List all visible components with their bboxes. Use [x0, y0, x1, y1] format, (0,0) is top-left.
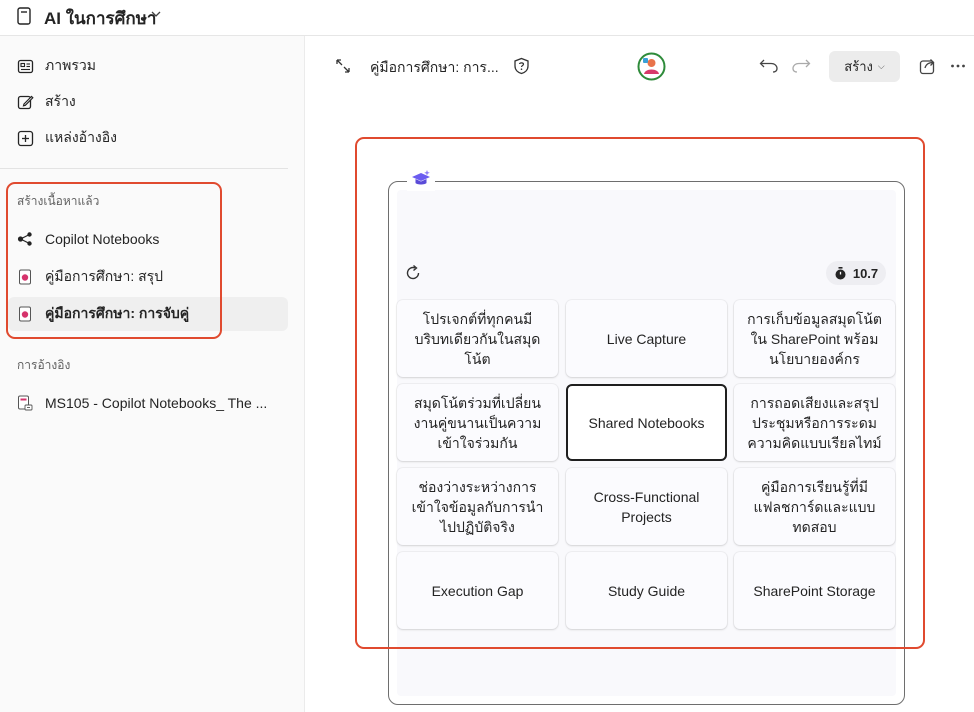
- stopwatch-icon: [835, 266, 846, 279]
- avatar[interactable]: [637, 52, 666, 81]
- match-tile[interactable]: การถอดเสียงและสรุปประชุมหรือการระดมความค…: [734, 384, 895, 461]
- edit-icon: [17, 95, 34, 109]
- nav-overview-label: ภาพรวม: [45, 57, 96, 73]
- created-item-label: คู่มือการศึกษา: สรุป: [45, 268, 164, 284]
- match-tile[interactable]: Live Capture: [566, 300, 727, 377]
- tile-text: Study Guide: [607, 582, 686, 599]
- created-item-label: Copilot Notebooks: [45, 231, 160, 247]
- collapse-icon[interactable]: [335, 58, 351, 74]
- match-tile[interactable]: สมุดโน้ตร่วมที่เปลี่ยนงานคู่ขนานเป็นความ…: [397, 384, 558, 461]
- restart-icon[interactable]: [404, 264, 422, 282]
- tile-text: สมุดโน้ตร่วมที่เปลี่ยนงานคู่ขนานเป็นความ…: [413, 394, 542, 451]
- sidebar: ภาพรวม สร้าง แหล่งอ้างอิง สร้างเนื้อหาแล…: [0, 36, 305, 712]
- tile-text: ช่องว่างระหว่างการเข้าใจข้อมูลกับการนำไป…: [411, 478, 544, 535]
- match-tile[interactable]: ช่องว่างระหว่างการเข้าใจข้อมูลกับการนำไป…: [397, 468, 558, 545]
- page-icon: [19, 269, 31, 285]
- overview-icon: [17, 59, 34, 73]
- created-item-study-guide-summary[interactable]: คู่มือการศึกษา: สรุป: [8, 260, 288, 294]
- undo-icon[interactable]: [759, 57, 779, 73]
- share-icon[interactable]: [919, 57, 937, 75]
- tile-text: โปรเจกต์ที่ทุกคนมีบริบทเดียวกันในสมุดโน้…: [414, 310, 541, 367]
- reference-item[interactable]: MS105 - Copilot Notebooks_ The ...: [8, 386, 288, 420]
- tile-text: การถอดเสียงและสรุปประชุมหรือการระดมความค…: [747, 394, 882, 451]
- tile-text: Live Capture: [606, 330, 687, 347]
- sidebar-divider: [0, 168, 288, 169]
- match-tile[interactable]: การเก็บข้อมูลสมุดโน้ตใน SharePoint พร้อม…: [734, 300, 895, 377]
- timer-value: 10.7: [852, 265, 879, 281]
- tile-text: SharePoint Storage: [753, 582, 876, 599]
- match-tile[interactable]: Cross-Functional Projects: [566, 468, 727, 545]
- timer-badge: 10.7: [826, 261, 886, 285]
- graduation-cap-sparkle-icon: [407, 167, 435, 191]
- nav-create[interactable]: สร้าง: [17, 90, 76, 114]
- created-item-study-guide-matching[interactable]: คู่มือการศึกษา: การจับคู่: [8, 297, 288, 331]
- tile-text: การเก็บข้อมูลสมุดโน้ตใน SharePoint พร้อม…: [747, 310, 882, 367]
- chevron-down-icon[interactable]: [150, 8, 162, 20]
- tile-text: Shared Notebooks: [588, 414, 705, 431]
- nav-overview[interactable]: ภาพรวม: [17, 54, 96, 78]
- match-tile[interactable]: Execution Gap: [397, 552, 558, 629]
- chevron-down-icon: ⌵: [877, 61, 885, 71]
- share-graph-icon: [17, 232, 32, 246]
- match-tile[interactable]: SharePoint Storage: [734, 552, 895, 629]
- reference-item-label: MS105 - Copilot Notebooks_ The ...: [45, 395, 268, 411]
- created-section-label: สร้างเนื้อหาแล้ว: [17, 194, 100, 208]
- nav-create-label: สร้าง: [45, 93, 76, 109]
- match-tile-selected[interactable]: Shared Notebooks: [566, 384, 727, 461]
- created-item-copilot-notebooks[interactable]: Copilot Notebooks: [8, 222, 288, 256]
- page-icon: [19, 306, 31, 322]
- notebook-icon: [17, 7, 31, 25]
- main-panel: คู่มือการศึกษา: การ... สร้าง ⌵ 10.7 โปรเ…: [306, 36, 974, 712]
- tile-text: Execution Gap: [431, 582, 524, 599]
- linked-file-icon: [18, 395, 33, 411]
- references-section-label: การอ้างอิง: [17, 358, 71, 372]
- create-button[interactable]: สร้าง ⌵: [829, 51, 900, 82]
- created-item-label: คู่มือการศึกษา: การจับคู่: [45, 305, 190, 321]
- document-title: คู่มือการศึกษา: การ...: [370, 59, 499, 75]
- match-tile[interactable]: คู่มือการเรียนรู้ที่มีแฟลชการ์ดและแบบทดส…: [734, 468, 895, 545]
- match-tile[interactable]: Study Guide: [566, 552, 727, 629]
- match-tile[interactable]: โปรเจกต์ที่ทุกคนมีบริบทเดียวกันในสมุดโน้…: [397, 300, 558, 377]
- nav-sources[interactable]: แหล่งอ้างอิง: [17, 126, 117, 150]
- create-button-label: สร้าง: [844, 59, 873, 74]
- notebook-title[interactable]: AI ในการศึกษา: [44, 5, 156, 32]
- nav-sources-label: แหล่งอ้างอิง: [45, 129, 118, 145]
- redo-icon[interactable]: [791, 57, 811, 73]
- add-source-icon: [17, 130, 34, 146]
- tile-text: คู่มือการเรียนรู้ที่มีแฟลชการ์ดและแบบทดส…: [753, 478, 876, 535]
- tile-text: Cross-Functional Projects: [593, 488, 700, 525]
- app-window: AI ในการศึกษา ภาพรวม สร้าง แหล่งอ้างอิง …: [0, 0, 974, 712]
- shield-question-icon[interactable]: [513, 57, 530, 75]
- top-bar: AI ในการศึกษา: [0, 0, 974, 36]
- more-options-icon[interactable]: [950, 63, 966, 69]
